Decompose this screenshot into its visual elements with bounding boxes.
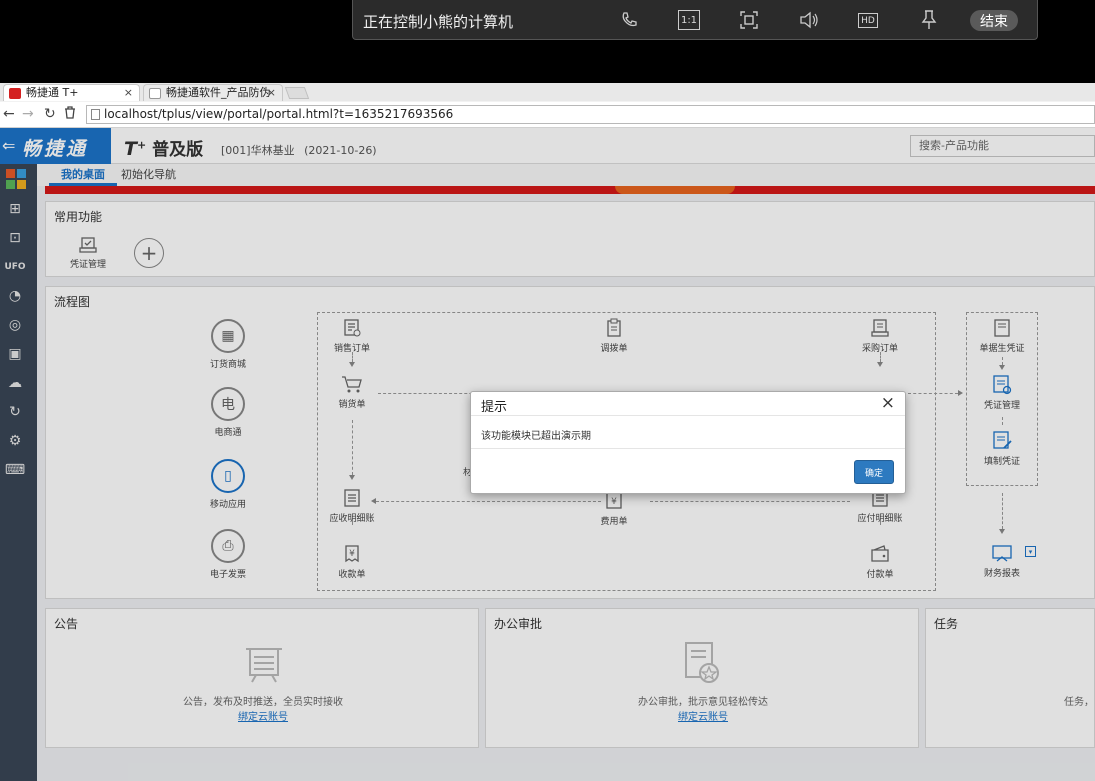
close-tab-icon[interactable]: × <box>124 85 133 101</box>
confirm-button[interactable]: 确定 <box>854 460 894 484</box>
close-tab-icon[interactable]: × <box>267 85 276 101</box>
phone-icon[interactable] <box>618 10 640 30</box>
url-field[interactable]: localhost/tplus/view/portal/portal.html?… <box>86 105 1095 124</box>
browser-tab-product[interactable]: 畅捷通软件_产品防伪 × <box>143 84 283 101</box>
fit-screen-icon[interactable] <box>738 10 760 30</box>
url-text: localhost/tplus/view/portal/portal.html?… <box>104 107 454 121</box>
dialog-title: 提示 <box>481 400 508 415</box>
page-favicon-icon <box>149 88 161 99</box>
tab-label: 畅捷通软件_产品防伪 <box>166 86 271 99</box>
forward-arrow-icon[interactable]: → <box>22 106 34 122</box>
screen: 正在控制小熊的计算机 1:1 HD 结束 畅捷通 T+ × 畅捷通软件_产品防伪 <box>0 0 1095 781</box>
notice-dialog: 提示 × 该功能模块已超出演示期 确定 <box>470 391 906 494</box>
dialog-message: 该功能模块已超出演示期 <box>481 431 591 442</box>
remote-control-bar: 正在控制小熊的计算机 1:1 HD 结束 <box>352 0 1038 40</box>
end-session-button[interactable]: 结束 <box>970 10 1018 31</box>
page-icon <box>91 109 100 120</box>
remote-control-title: 正在控制小熊的计算机 <box>363 13 514 31</box>
dialog-footer <box>471 448 905 449</box>
trash-icon[interactable] <box>64 106 76 123</box>
tab-label: 畅捷通 T+ <box>26 86 79 99</box>
reload-icon[interactable]: ↻ <box>44 106 56 122</box>
volume-icon[interactable] <box>798 10 820 30</box>
tab-strip: 畅捷通 T+ × 畅捷通软件_产品防伪 × <box>0 83 1095 101</box>
close-icon[interactable]: × <box>881 393 895 413</box>
dialog-header: 提示 × <box>471 392 905 416</box>
back-arrow-icon[interactable]: ← <box>3 106 15 122</box>
browser-tab-tplus[interactable]: 畅捷通 T+ × <box>3 84 140 101</box>
new-tab-button[interactable] <box>284 87 310 99</box>
pin-icon[interactable] <box>918 10 940 30</box>
hd-icon[interactable]: HD <box>858 13 878 28</box>
actual-size-icon[interactable]: 1:1 <box>678 10 700 30</box>
address-bar: ← → ↻ localhost/tplus/view/portal/portal… <box>0 102 1095 128</box>
tplus-favicon-icon <box>9 88 21 99</box>
